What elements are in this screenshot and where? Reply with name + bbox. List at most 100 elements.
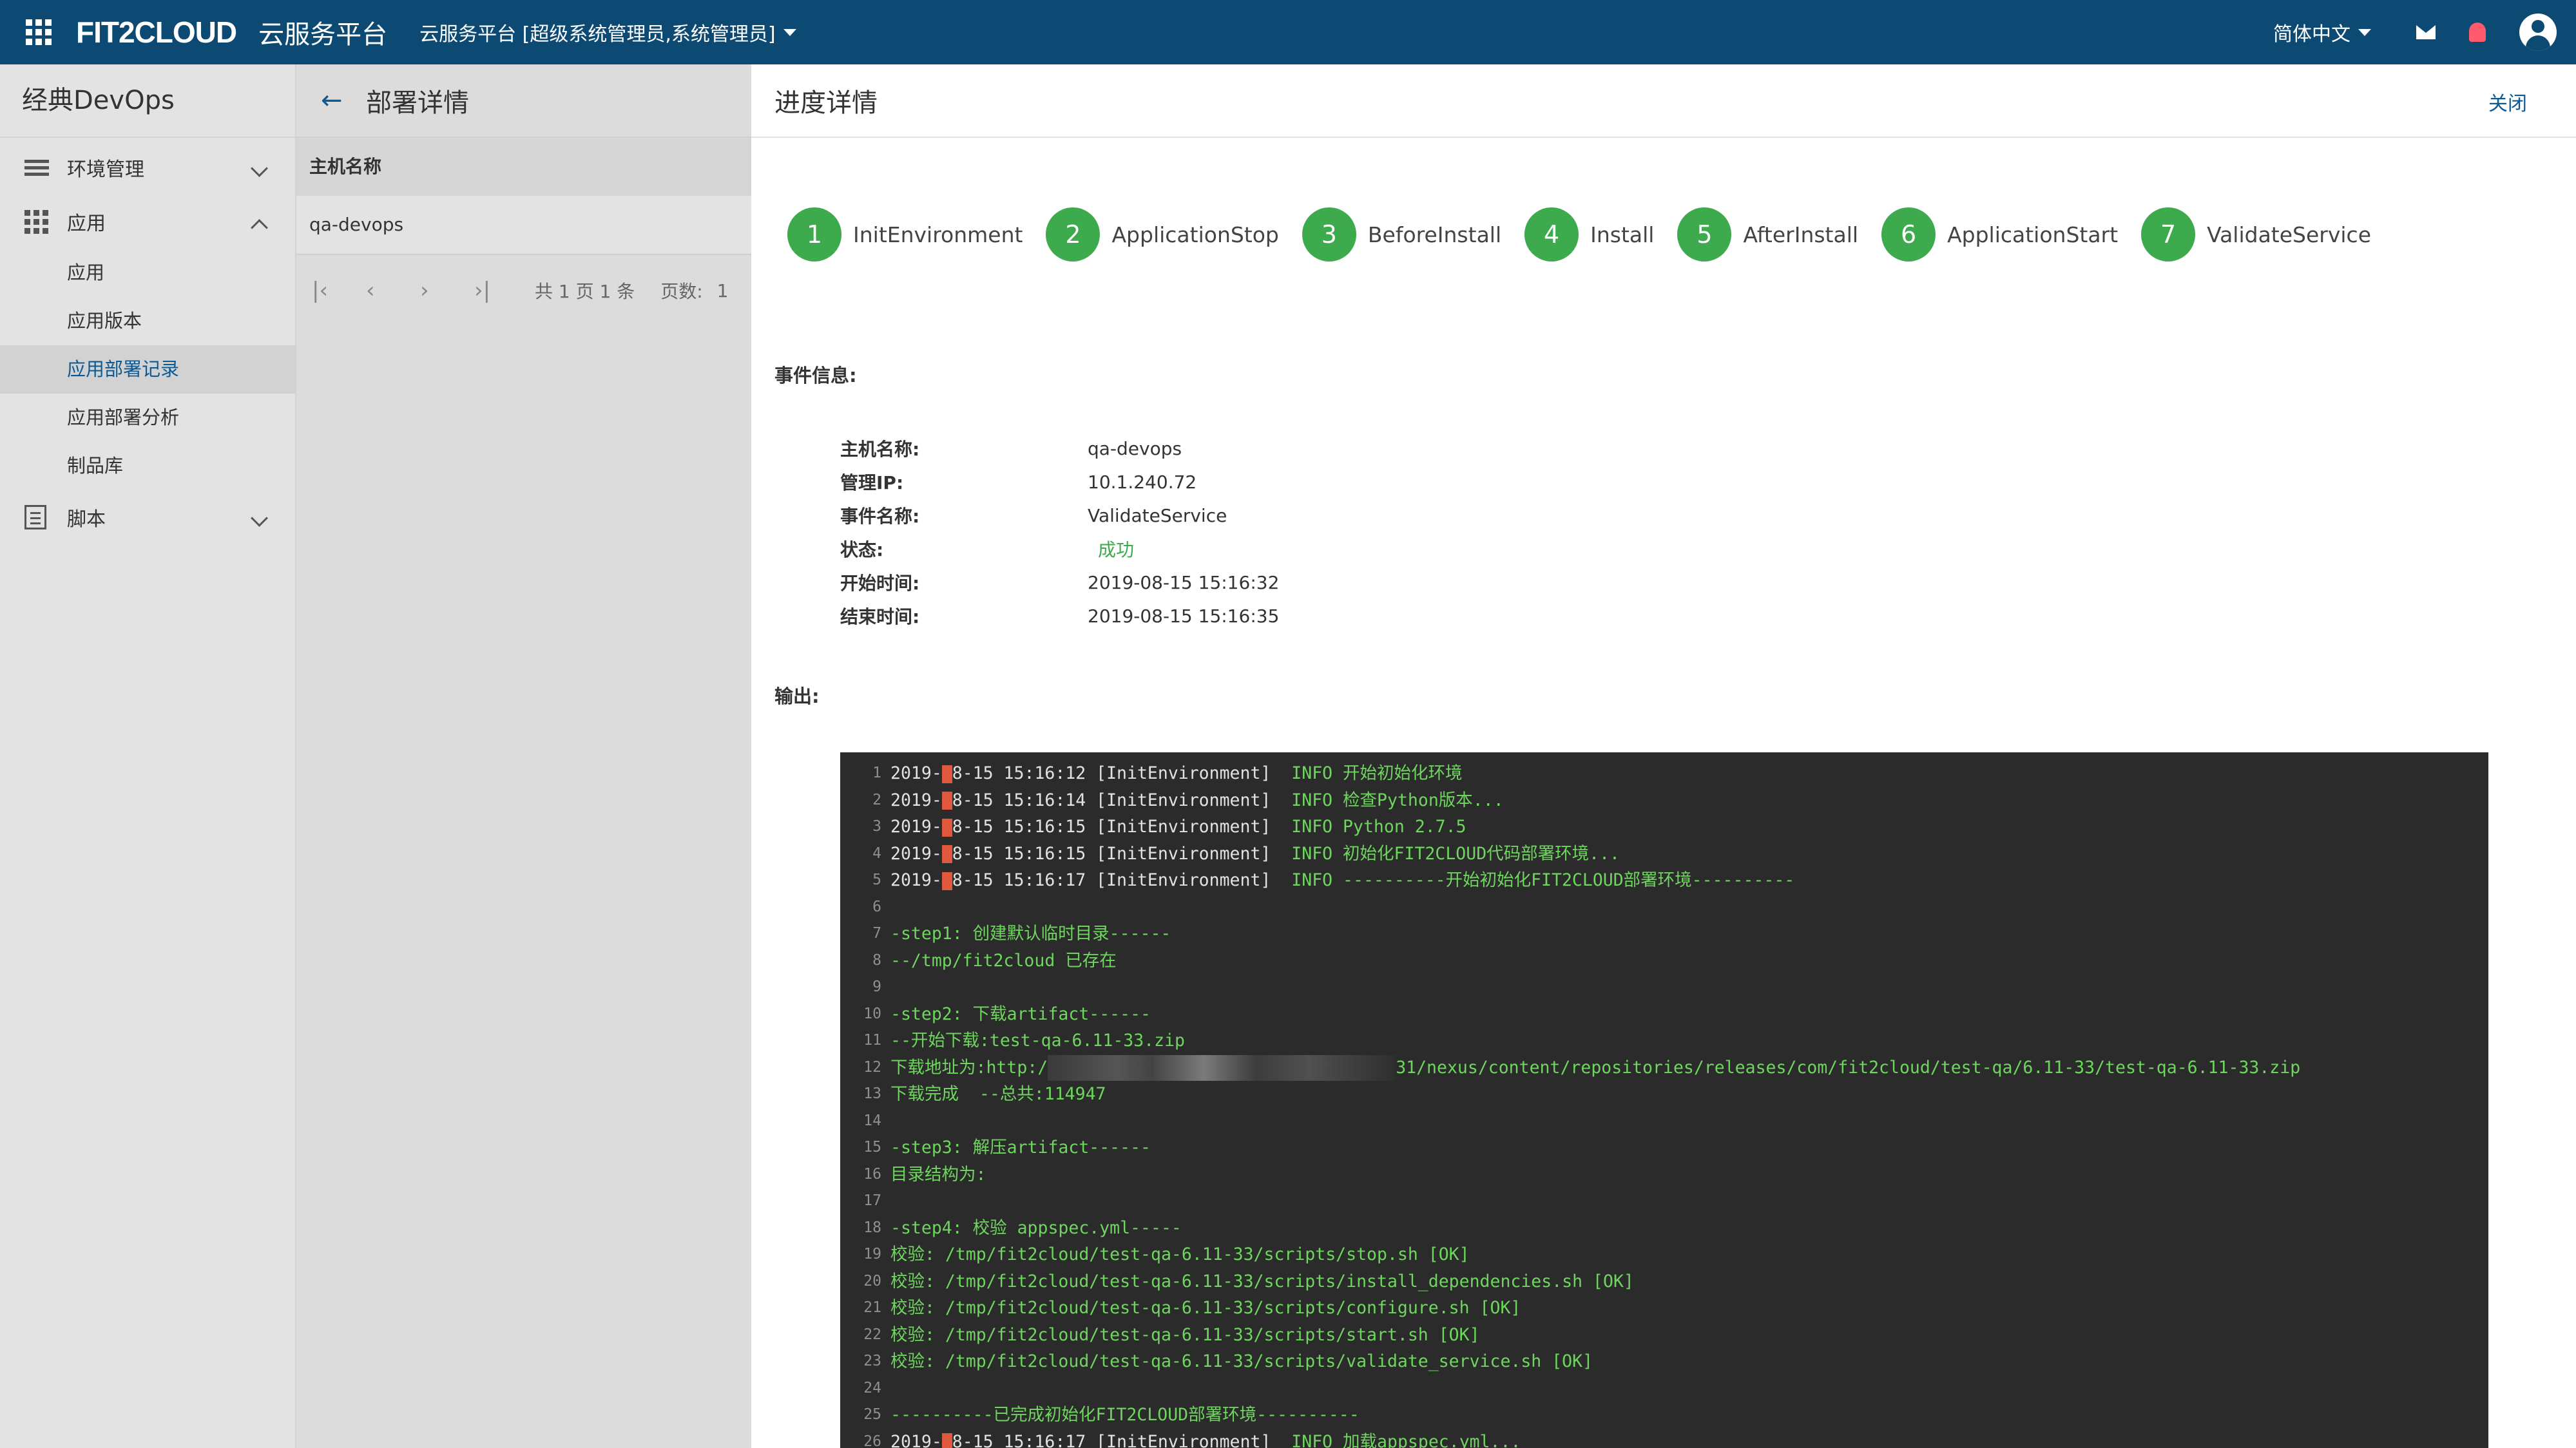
line-number: 25 (863, 1406, 881, 1423)
log-timestamp: 8-15 15:16:14 [InitEnvironment] (952, 790, 1292, 810)
console-line: 23 校验: /tmp/fit2cloud/test-qa-6.11-33/scr… (840, 1348, 2488, 1375)
step-label: Install (1590, 222, 1655, 247)
step-number: 6 (1881, 207, 1936, 262)
line-content: --开始下载:test-qa-6.11-33.zip (890, 1027, 1185, 1054)
language-label: 简体中文 (2273, 23, 2350, 46)
line-number: 16 (863, 1165, 881, 1183)
line-content: 2019- 8-15 15:16:17 [InitEnvironment] INF… (890, 867, 1794, 894)
output-console[interactable]: 1 2019- 8-15 15:16:12 [InitEnvironment] IN… (840, 752, 2488, 1448)
step-application-start[interactable]: 6 ApplicationStart (1881, 207, 2118, 262)
pager-page-number: 1 (716, 280, 729, 301)
line-content: 2019- 8-15 15:16:15 [InitEnvironment] INF… (890, 841, 1620, 868)
line-number: 12 (863, 1058, 881, 1076)
info-value: ValidateService (1088, 504, 1227, 526)
log-message: ----------已完成初始化FIT2CLOUD部署环境---------- (890, 1405, 1360, 1425)
nav-group-script[interactable]: 脚本 (0, 490, 295, 544)
blurred-region (1048, 1055, 1396, 1081)
nav-group-application[interactable]: 应用 (0, 195, 295, 249)
console-line: 25 ----------已完成初始化FIT2CLOUD部署环境---------… (840, 1402, 2488, 1429)
info-row-hostname: 主机名称: qa-devops (840, 432, 1279, 465)
step-label: ValidateService (2207, 222, 2372, 247)
language-selector[interactable]: 简体中文 (2273, 18, 2371, 46)
nav-group-label: 脚本 (67, 508, 106, 531)
pager-summary: 共 1 页 1 条 (535, 281, 635, 302)
step-before-install[interactable]: 3 BeforeInstall (1302, 207, 1501, 262)
log-message: -step1: 创建默认临时目录------ (890, 924, 1171, 944)
info-key: 结束时间: (840, 606, 920, 627)
log-timestamp: 8-15 15:16:12 [InitEnvironment] (952, 763, 1292, 783)
table-header-hostname[interactable]: 主机名称 (296, 138, 751, 196)
mail-icon[interactable] (2416, 25, 2436, 39)
redaction-mark (941, 792, 952, 810)
console-line: 22 校验: /tmp/fit2cloud/test-qa-6.11-33/scr… (840, 1322, 2488, 1349)
step-after-install[interactable]: 5 AfterInstall (1677, 207, 1858, 262)
info-value: 2019-08-15 15:16:32 (1088, 571, 1280, 593)
console-line: 4 2019- 8-15 15:16:15 [InitEnvironment] IN… (840, 841, 2488, 868)
console-line: 8 --/tmp/fit2cloud 已存在 (840, 948, 2488, 975)
info-key: 状态: (840, 539, 884, 560)
step-init-environment[interactable]: 1 InitEnvironment (787, 207, 1023, 262)
info-key: 开始时间: (840, 573, 920, 594)
user-avatar-icon[interactable] (2519, 14, 2557, 51)
first-page-icon[interactable]: |‹ (312, 278, 366, 303)
console-line: 15 -step3: 解压artifact------ (840, 1134, 2488, 1161)
step-number: 4 (1524, 207, 1579, 262)
nav-item-application-version[interactable]: 应用版本 (0, 297, 295, 345)
line-number: 10 (863, 1005, 881, 1022)
console-line: 16 目录结构为: (840, 1161, 2488, 1188)
next-page-icon[interactable]: › (420, 278, 474, 303)
console-line: 12 下载地址为:http:/ 31/nexus/content/repositor… (840, 1054, 2488, 1081)
info-key: 主机名称: (840, 439, 920, 460)
log-message: 校验: /tmp/fit2cloud/test-qa-6.11-33/scrip… (890, 1271, 1634, 1291)
caret-down-icon (783, 28, 796, 36)
nav-item-artifact-repo[interactable]: 制品库 (0, 442, 295, 490)
console-line: 18 -step4: 校验 appspec.yml----- (840, 1215, 2488, 1242)
nav-item-deploy-records[interactable]: 应用部署记录 (0, 345, 295, 394)
apps-grid-icon[interactable] (26, 19, 52, 45)
line-number: 15 (863, 1139, 881, 1156)
panel-header: ← 部署详情 (296, 64, 751, 138)
line-content: --/tmp/fit2cloud 已存在 (890, 948, 1117, 975)
brand-logo[interactable]: FIT2CLOUD (76, 15, 237, 50)
output-label: 输出: (774, 685, 820, 707)
table-row[interactable]: qa-devops (296, 196, 751, 255)
log-message: INFO 加载appspec.yml... (1291, 1431, 1521, 1448)
detail-header: 进度详情 关闭 (751, 64, 2576, 138)
console-line: 1 2019- 8-15 15:16:12 [InitEnvironment] IN… (840, 760, 2488, 787)
platform-selector[interactable]: 云服务平台 [超级系统管理员,系统管理员] (419, 18, 796, 46)
step-application-stop[interactable]: 2 ApplicationStop (1046, 207, 1279, 262)
log-timestamp: 8-15 15:16:17 [InitEnvironment] (952, 1431, 1292, 1448)
back-arrow-icon[interactable]: ← (321, 86, 353, 115)
progress-steps: 1 InitEnvironment 2 ApplicationStop 3 Be… (787, 207, 2394, 262)
prev-page-icon[interactable]: ‹ (366, 278, 420, 303)
nav-item-application[interactable]: 应用 (0, 249, 295, 297)
close-button[interactable]: 关闭 (2488, 88, 2527, 116)
log-message: INFO 初始化FIT2CLOUD代码部署环境... (1291, 843, 1620, 864)
step-validate-service[interactable]: 7 ValidateService (2141, 207, 2371, 262)
nav-item-deploy-analysis[interactable]: 应用部署分析 (0, 394, 295, 442)
bell-icon[interactable] (2469, 23, 2486, 42)
line-number: 18 (863, 1219, 881, 1236)
console-line: 10 -step2: 下载artifact------ (840, 1001, 2488, 1028)
line-number: 1 (872, 765, 881, 781)
step-number: 2 (1046, 207, 1101, 262)
line-number: 11 (863, 1032, 881, 1049)
console-line: 5 2019- 8-15 15:16:17 [InitEnvironment] IN… (840, 867, 2488, 894)
info-row-end-time: 结束时间: 2019-08-15 15:16:35 (840, 599, 1279, 633)
log-message: -step4: 校验 appspec.yml----- (890, 1217, 1182, 1238)
last-page-icon[interactable]: ›| (474, 278, 528, 303)
info-row-ip: 管理IP: 10.1.240.72 (840, 465, 1279, 499)
event-info: 主机名称: qa-devops 管理IP: 10.1.240.72 事件名称: … (840, 432, 1279, 633)
step-label: ApplicationStart (1947, 222, 2119, 247)
step-install[interactable]: 4 Install (1524, 207, 1654, 262)
info-row-start-time: 开始时间: 2019-08-15 15:16:32 (840, 566, 1279, 599)
line-content: 下载完成 --总共:114947 (890, 1081, 1106, 1108)
log-message: --开始下载:test-qa-6.11-33.zip (890, 1031, 1185, 1051)
nav-group-environment[interactable]: 环境管理 (0, 140, 295, 195)
line-content: -step4: 校验 appspec.yml----- (890, 1215, 1182, 1242)
log-message: 下载地址为:http:/ (890, 1057, 1048, 1078)
log-timestamp-prefix: 2019- (890, 817, 942, 837)
line-number: 5 (872, 872, 881, 888)
step-label: AfterInstall (1743, 222, 1859, 247)
console-line: 14 (840, 1108, 2488, 1135)
